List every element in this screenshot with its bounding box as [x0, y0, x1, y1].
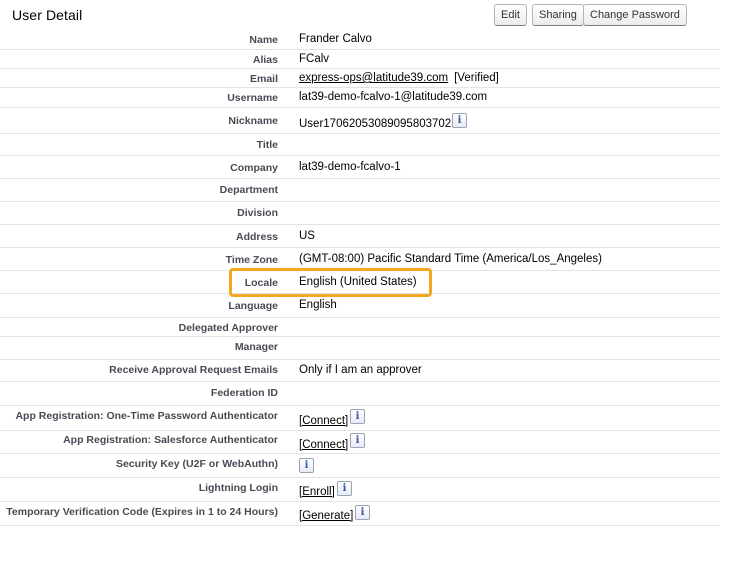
field-label: Receive Approval Request Emails — [109, 364, 278, 376]
field-label: Address — [235, 231, 278, 243]
field-label: App Registration: One-Time Password Auth… — [15, 410, 278, 422]
enroll-link[interactable]: [Enroll] — [299, 486, 335, 498]
field-label: Language — [228, 300, 278, 312]
row-email: Email express-ops@latitude39.com [Verifie… — [0, 69, 720, 88]
connect-otp-link[interactable]: [Connect] — [299, 415, 348, 427]
field-value-app-registration-salesforce: [Connect] — [299, 439, 348, 451]
field-label: Department — [219, 184, 278, 196]
field-value-language: English — [299, 299, 337, 311]
field-label: Delegated Approver — [178, 322, 278, 334]
field-label: Email — [249, 73, 278, 85]
field-label: Locale — [244, 277, 278, 289]
row-language: Language English — [0, 294, 720, 318]
field-label: Company — [230, 162, 278, 174]
row-temporary-verification-code: Temporary Verification Code (Expires in … — [0, 502, 720, 526]
field-label: App Registration: Salesforce Authenticat… — [63, 434, 278, 446]
field-label: Title — [256, 139, 278, 151]
row-title: Title — [0, 134, 720, 156]
page-header: User Detail Edit Sharing Change Password — [0, 0, 720, 30]
field-value-company: lat39-demo-fcalvo-1 — [299, 161, 401, 173]
row-department: Department — [0, 179, 720, 202]
field-value-lightning-login: [Enroll] — [299, 486, 335, 498]
info-icon[interactable]: i — [337, 481, 352, 496]
page-title: User Detail — [12, 7, 83, 23]
edit-button[interactable]: Edit — [494, 4, 527, 26]
row-app-registration-otp: App Registration: One-Time Password Auth… — [0, 406, 720, 431]
row-division: Division — [0, 202, 720, 225]
field-value-address: US — [299, 230, 315, 242]
row-locale: Locale English (United States) — [0, 271, 720, 294]
verified-badge: [Verified] — [454, 72, 499, 84]
info-icon[interactable]: i — [355, 505, 370, 520]
generate-link[interactable]: [Generate] — [299, 510, 353, 522]
row-address: Address US — [0, 225, 720, 248]
row-time-zone: Time Zone (GMT-08:00) Pacific Standard T… — [0, 248, 720, 271]
field-value-alias: FCalv — [299, 53, 330, 65]
row-username: Username lat39-demo-fcalvo-1@latitude39.… — [0, 88, 720, 108]
field-label: Division — [237, 207, 278, 219]
field-label: Temporary Verification Code (Expires in … — [6, 506, 278, 518]
row-company: Company lat39-demo-fcalvo-1 — [0, 156, 720, 179]
field-value-receive-approval-emails: Only if I am an approver — [299, 364, 422, 376]
field-label: Time Zone — [225, 254, 278, 266]
field-label: Alias — [252, 54, 278, 66]
connect-salesforce-link[interactable]: [Connect] — [299, 439, 348, 451]
change-password-button[interactable]: Change Password — [583, 4, 687, 26]
row-manager: Manager — [0, 337, 720, 360]
row-lightning-login: Lightning Login [Enroll] i — [0, 478, 720, 502]
field-value-app-registration-otp: [Connect] — [299, 415, 348, 427]
row-federation-id: Federation ID — [0, 382, 720, 406]
field-label: Security Key (U2F or WebAuthn) — [116, 458, 278, 470]
field-label: Nickname — [228, 115, 278, 127]
row-alias: Alias FCalv — [0, 50, 720, 69]
row-name: Name Frander Calvo — [0, 30, 720, 50]
info-icon[interactable]: i — [350, 433, 365, 448]
row-app-registration-salesforce: App Registration: Salesforce Authenticat… — [0, 431, 720, 454]
field-value-username: lat39-demo-fcalvo-1@latitude39.com — [299, 91, 488, 103]
field-label: Name — [249, 34, 278, 46]
info-icon[interactable]: i — [452, 113, 467, 128]
email-link[interactable]: express-ops@latitude39.com — [299, 72, 448, 84]
field-value-temporary-verification-code: [Generate] — [299, 510, 353, 522]
field-value-time-zone: (GMT-08:00) Pacific Standard Time (Ameri… — [299, 253, 602, 265]
field-label: Lightning Login — [198, 482, 278, 494]
row-security-key: Security Key (U2F or WebAuthn) i — [0, 454, 720, 478]
sharing-button[interactable]: Sharing — [532, 4, 584, 26]
row-delegated-approver: Delegated Approver — [0, 318, 720, 337]
field-value-name: Frander Calvo — [299, 33, 372, 45]
field-label: Manager — [234, 341, 278, 353]
field-value-nickname: User17062053089095803702 — [299, 118, 452, 130]
field-value-locale: English (United States) — [299, 276, 417, 288]
user-detail-page: User Detail Edit Sharing Change Password… — [0, 0, 748, 565]
row-receive-approval-emails: Receive Approval Request Emails Only if … — [0, 360, 720, 382]
field-value-email: express-ops@latitude39.com [Verified] — [299, 72, 499, 84]
field-label: Federation ID — [210, 387, 278, 399]
field-label: Username — [227, 92, 278, 104]
info-icon[interactable]: i — [299, 458, 314, 473]
row-nickname: Nickname User17062053089095803702 i — [0, 108, 720, 134]
info-icon[interactable]: i — [350, 409, 365, 424]
